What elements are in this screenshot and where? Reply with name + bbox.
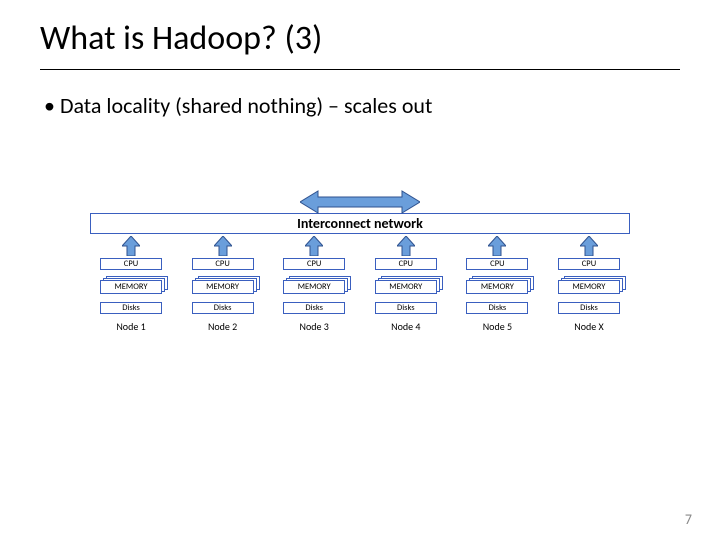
slide-title: What is Hadoop? (3) xyxy=(40,18,680,70)
node-label: Node X xyxy=(574,320,603,333)
disks-box: Disks xyxy=(466,302,528,314)
up-arrow-icon xyxy=(580,236,598,256)
up-arrow-icon xyxy=(122,236,140,256)
interconnect-network-box: Interconnect network xyxy=(90,213,630,234)
memory-stack: MEMORY xyxy=(466,276,528,292)
cpu-box: CPU xyxy=(100,258,162,270)
disks-box: Disks xyxy=(375,302,437,314)
memory-box: MEMORY xyxy=(192,280,254,294)
disks-box: Disks xyxy=(100,302,162,314)
nodes-row: CPU MEMORY Disks Node 1 CPU MEMORY Disks Node 2… xyxy=(90,236,630,333)
cpu-box: CPU xyxy=(558,258,620,270)
memory-box: MEMORY xyxy=(100,280,162,294)
node-label: Node 1 xyxy=(116,320,145,333)
bidirectional-arrow-icon xyxy=(300,189,420,215)
memory-stack: MEMORY xyxy=(283,276,345,292)
cpu-box: CPU xyxy=(283,258,345,270)
memory-box: MEMORY xyxy=(558,280,620,294)
disks-box: Disks xyxy=(283,302,345,314)
memory-stack: MEMORY xyxy=(558,276,620,292)
node-label: Node 5 xyxy=(483,320,512,333)
memory-box: MEMORY xyxy=(283,280,345,294)
memory-stack: MEMORY xyxy=(100,276,162,292)
up-arrow-icon xyxy=(214,236,232,256)
cpu-box: CPU xyxy=(375,258,437,270)
up-arrow-icon xyxy=(488,236,506,256)
disks-box: Disks xyxy=(558,302,620,314)
node-label: Node 4 xyxy=(391,320,420,333)
node-column: CPU MEMORY Disks Node 5 xyxy=(456,236,538,333)
node-label: Node 3 xyxy=(300,320,329,333)
up-arrow-icon xyxy=(305,236,323,256)
node-column: CPU MEMORY Disks Node 1 xyxy=(90,236,172,333)
memory-box: MEMORY xyxy=(466,280,528,294)
node-label: Node 2 xyxy=(208,320,237,333)
cpu-box: CPU xyxy=(192,258,254,270)
disks-box: Disks xyxy=(192,302,254,314)
slide-container: What is Hadoop? (3) Data locality (share… xyxy=(0,0,720,333)
page-number: 7 xyxy=(685,511,692,528)
memory-stack: MEMORY xyxy=(192,276,254,292)
up-arrow-icon xyxy=(397,236,415,256)
node-column: CPU MEMORY Disks Node 4 xyxy=(365,236,447,333)
node-column: CPU MEMORY Disks Node 3 xyxy=(273,236,355,333)
bullet-text: Data locality (shared nothing) – scales … xyxy=(44,92,680,119)
cpu-box: CPU xyxy=(466,258,528,270)
memory-stack: MEMORY xyxy=(375,276,437,292)
memory-box: MEMORY xyxy=(375,280,437,294)
node-column: CPU MEMORY Disks Node 2 xyxy=(182,236,264,333)
diagram: Interconnect network CPU MEMORY Disks Node … xyxy=(40,189,680,333)
node-column: CPU MEMORY Disks Node X xyxy=(548,236,630,333)
